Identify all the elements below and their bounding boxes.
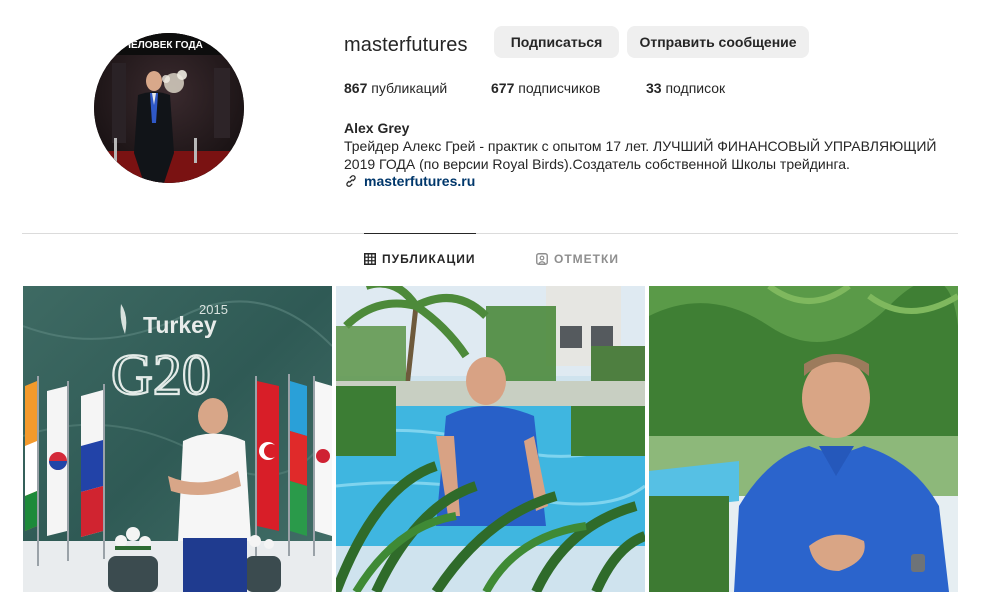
followers-stat[interactable]: 677 подписчиков bbox=[491, 80, 600, 96]
tab-tagged-label: ОТМЕТКИ bbox=[554, 252, 619, 266]
profile-website-link[interactable]: masterfutures.ru bbox=[344, 173, 475, 189]
following-count: 33 bbox=[646, 80, 662, 96]
sign-country: Turkey bbox=[143, 312, 217, 338]
tab-tagged[interactable]: ОТМЕТКИ bbox=[536, 252, 619, 266]
posts-count-stat: 867 публикаций bbox=[344, 80, 447, 96]
posts-count: 867 bbox=[344, 80, 368, 96]
followers-label: подписчиков bbox=[514, 80, 601, 96]
link-icon bbox=[346, 175, 356, 187]
post-image-pool bbox=[336, 286, 645, 592]
sign-event: G20 bbox=[111, 342, 211, 407]
post-thumbnail[interactable] bbox=[649, 286, 958, 592]
tabs-divider bbox=[22, 233, 958, 234]
profile-bio: Трейдер Алекс Грей - практик с опытом 17… bbox=[344, 138, 937, 172]
profile-full-name: Alex Grey bbox=[344, 120, 410, 136]
grid-icon bbox=[364, 253, 376, 265]
profile-username: masterfutures bbox=[344, 34, 468, 56]
active-tab-indicator bbox=[364, 233, 476, 234]
tag-user-icon bbox=[536, 253, 548, 265]
avatar-photo: ЧЕЛОВЕК ГОДА bbox=[94, 33, 244, 183]
post-image-closeup bbox=[649, 286, 958, 592]
tab-posts-label: ПУБЛИКАЦИИ bbox=[382, 252, 476, 266]
profile-avatar[interactable]: ЧЕЛОВЕК ГОДА bbox=[94, 33, 244, 183]
avatar-caption: ЧЕЛОВЕК ГОДА bbox=[124, 40, 203, 51]
post-thumbnail[interactable] bbox=[336, 286, 645, 592]
website-text: masterfutures.ru bbox=[364, 173, 476, 189]
following-label: подписок bbox=[661, 80, 726, 96]
post-image-g20: 2015 Turkey G20 bbox=[23, 286, 332, 592]
tab-posts[interactable]: ПУБЛИКАЦИИ bbox=[364, 252, 475, 266]
send-message-button[interactable]: Отправить сообщение bbox=[627, 26, 809, 58]
post-thumbnail[interactable]: 2015 Turkey G20 bbox=[23, 286, 332, 592]
followers-count: 677 bbox=[491, 80, 515, 96]
posts-count-label: публикаций bbox=[367, 80, 448, 96]
following-stat[interactable]: 33 подписок bbox=[646, 80, 725, 96]
follow-button[interactable]: Подписаться bbox=[494, 26, 619, 58]
